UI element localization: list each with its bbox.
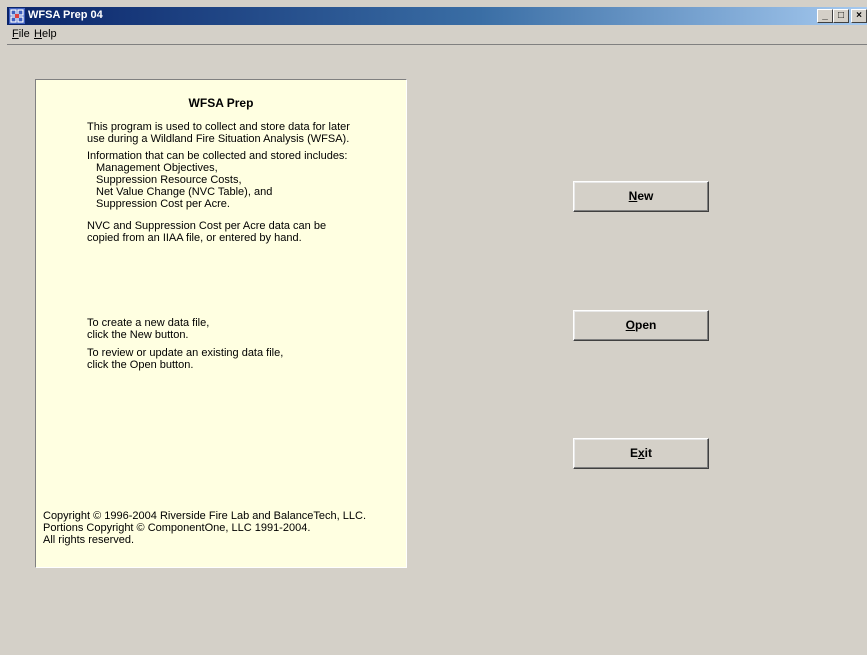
menu-file[interactable]: File <box>12 28 30 40</box>
list-item: Management Objectives, <box>96 162 218 174</box>
copyright-line: All rights reserved. <box>43 534 135 546</box>
list-item: Suppression Cost per Acre. <box>96 198 230 210</box>
menu-file-accel: F <box>12 28 19 40</box>
close-button[interactable]: × <box>851 9 867 23</box>
collect-heading: Information that can be collected and st… <box>87 150 348 162</box>
maximize-button[interactable]: □ <box>833 9 849 23</box>
copyright-line: Copyright © 1996-2004 Riverside Fire Lab… <box>43 510 367 522</box>
app-grid-icon[interactable] <box>9 8 25 24</box>
copyright-line: Portions Copyright © ComponentOne, LLC 1… <box>43 522 311 534</box>
exit-button-prefix: E <box>629 446 638 460</box>
new-button[interactable]: New <box>573 181 709 212</box>
open-button-accel: O <box>625 318 635 332</box>
nvc-line: copied from an IIAA file, or entered by … <box>87 232 302 244</box>
exit-button-accel: x <box>637 446 645 460</box>
copyright-text: Copyright © 1996-2004 Riverside Fire Lab… <box>43 510 366 546</box>
exit-button[interactable]: Exit <box>573 438 709 469</box>
collect-list: Management Objectives, Suppression Resou… <box>96 162 272 210</box>
list-item: Net Value Change (NVC Table), and <box>96 186 273 198</box>
open-button-label: pen <box>635 318 657 332</box>
new-button-label: ew <box>637 189 654 203</box>
new-hint-line: To create a new data file, <box>87 317 210 329</box>
menu-bar: File Help <box>7 25 867 44</box>
open-hint-line: To review or update an existing data fil… <box>87 347 284 359</box>
info-panel: WFSA Prep This program is used to collec… <box>35 79 407 568</box>
intro-line: use during a Wildland Fire Situation Ana… <box>87 133 350 145</box>
panel-title: WFSA Prep <box>188 96 254 110</box>
new-hint-line: click the New button. <box>87 329 189 341</box>
exit-button-label: it <box>644 446 653 460</box>
menu-help-accel: H <box>34 28 42 40</box>
menu-file-label: ile <box>18 28 30 40</box>
open-button[interactable]: Open <box>573 310 709 341</box>
nvc-line: NVC and Suppression Cost per Acre data c… <box>87 220 327 232</box>
new-hint: To create a new data file, click the New… <box>87 317 209 341</box>
menu-help[interactable]: Help <box>34 28 57 40</box>
menu-help-label: elp <box>41 28 57 40</box>
title-bar[interactable]: WFSA Prep 04 _ □ × <box>7 7 867 25</box>
client-area: WFSA Prep This program is used to collec… <box>7 44 867 655</box>
open-hint: To review or update an existing data fil… <box>87 347 283 371</box>
open-hint-line: click the Open button. <box>87 359 194 371</box>
list-item: Suppression Resource Costs, <box>96 174 242 186</box>
intro-text: This program is used to collect and stor… <box>87 121 350 145</box>
nvc-text: NVC and Suppression Cost per Acre data c… <box>87 220 326 244</box>
window-title: WFSA Prep 04 <box>28 9 103 21</box>
intro-line: This program is used to collect and stor… <box>87 121 350 133</box>
minimize-button[interactable]: _ <box>817 9 833 23</box>
